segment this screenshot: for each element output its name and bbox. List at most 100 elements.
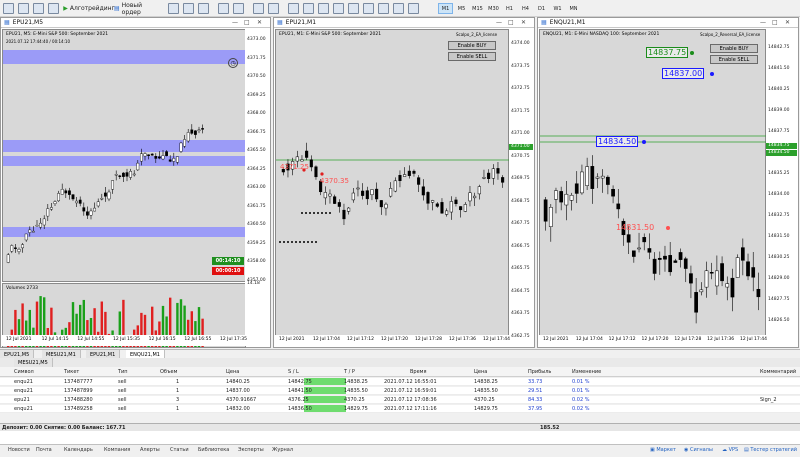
trendline-icon[interactable] bbox=[348, 3, 359, 14]
minimize-icon[interactable]: — bbox=[232, 19, 238, 26]
price-tick: 4368.00 bbox=[247, 111, 266, 116]
col-symbol[interactable]: Символ bbox=[14, 369, 34, 375]
time-tick: 12 Jul 2021 bbox=[279, 337, 305, 342]
col-ticket[interactable]: Тикет bbox=[64, 369, 79, 375]
new-order-button[interactable]: ▤ Новый ордер bbox=[114, 2, 162, 16]
fibonacci-icon[interactable] bbox=[378, 3, 389, 14]
zoom-out-icon[interactable] bbox=[233, 3, 244, 14]
chart-candles-icon[interactable] bbox=[183, 3, 194, 14]
vps-link[interactable]: ☁ VPS bbox=[722, 447, 738, 453]
table-empty-area bbox=[0, 431, 800, 444]
tab-alerts[interactable]: Алерты bbox=[140, 447, 160, 453]
close-icon[interactable]: ✕ bbox=[257, 19, 262, 26]
price-chart[interactable]: EPU21, M1: E-Mini S&P 500: September 202… bbox=[275, 29, 510, 336]
timeframe-m30[interactable]: M30 bbox=[486, 3, 501, 14]
candle bbox=[407, 165, 411, 179]
enable-buy-button[interactable]: Enable BUY bbox=[710, 44, 758, 53]
new-chart-icon[interactable] bbox=[3, 3, 14, 14]
maximize-icon[interactable]: □ bbox=[772, 19, 778, 26]
trade-cell: 14832.00 bbox=[226, 406, 250, 412]
time-tick: 12 Jul 17:44 bbox=[483, 337, 510, 342]
price-tick: 14834.00 bbox=[768, 192, 790, 197]
tab-calendar[interactable]: Календарь bbox=[64, 447, 93, 453]
tab-journal[interactable]: Журнал bbox=[272, 447, 293, 453]
tab-mail[interactable]: Почта bbox=[36, 447, 52, 453]
navigator-icon[interactable] bbox=[48, 3, 59, 14]
algo-trading-label: Алготрейдинг bbox=[69, 5, 115, 12]
market-watch-icon[interactable] bbox=[33, 3, 44, 14]
candle bbox=[328, 189, 332, 204]
current-price-tag: 4371.00 bbox=[509, 144, 533, 150]
order-icon: ▤ bbox=[114, 5, 120, 12]
minimized-chart-tab[interactable]: MESU21,M5 bbox=[14, 358, 53, 367]
close-icon[interactable]: ✕ bbox=[785, 19, 790, 26]
chart-window-icon: ▦ bbox=[277, 19, 283, 26]
indicators-icon[interactable] bbox=[268, 3, 279, 14]
tab-experts[interactable]: Эксперты bbox=[238, 447, 264, 453]
zoom-in-icon[interactable] bbox=[218, 3, 229, 14]
price-tick: 4363.00 bbox=[247, 185, 266, 190]
minimize-icon[interactable]: — bbox=[496, 19, 502, 26]
zone-band bbox=[3, 50, 247, 64]
close-icon[interactable]: ✕ bbox=[521, 19, 526, 26]
profiles-icon[interactable] bbox=[18, 3, 29, 14]
timeframe-m15[interactable]: M15 bbox=[470, 3, 485, 14]
strategy-tester-link[interactable]: ▤ Тестер стратегий bbox=[744, 447, 797, 453]
price-chart[interactable]: EPU21, M5: E-Mini S&P 500: September 202… bbox=[2, 29, 247, 282]
timeframe-m5[interactable]: M5 bbox=[454, 3, 469, 14]
signals-link[interactable]: ◉ Сигналы bbox=[684, 447, 713, 453]
trade-row[interactable]: enqu21 137489258 sell 1 14832.00 14836.50 1482… bbox=[0, 405, 800, 413]
chart-bars-icon[interactable] bbox=[168, 3, 179, 14]
enable-sell-button[interactable]: Enable SELL bbox=[448, 52, 496, 61]
timeframe-mn[interactable]: MN bbox=[566, 3, 581, 14]
time-tick: 12 Jul 16:15 bbox=[148, 337, 176, 342]
col-type[interactable]: Тип bbox=[118, 369, 128, 375]
maximize-icon[interactable]: □ bbox=[508, 19, 514, 26]
col-profit[interactable]: Прибыль bbox=[528, 369, 551, 375]
crosshair-icon[interactable] bbox=[303, 3, 314, 14]
tab-library[interactable]: Библиотека bbox=[198, 447, 229, 453]
col-volume[interactable]: Объем bbox=[160, 369, 177, 375]
candle bbox=[704, 261, 709, 298]
tab-articles[interactable]: Статьи bbox=[170, 447, 189, 453]
candle bbox=[642, 233, 647, 251]
col-change[interactable]: Изменение bbox=[572, 369, 601, 375]
ea-label: Scalpo_2_EA_license bbox=[456, 32, 498, 37]
trade-row[interactable]: enqu21 137487899 sell 1 14837.00 14841.50 1483… bbox=[0, 387, 800, 395]
price-label-red: 14831.50 bbox=[616, 223, 655, 232]
timeframe-h4[interactable]: H4 bbox=[518, 3, 533, 14]
col-sl[interactable]: S / L bbox=[288, 369, 299, 375]
chart-line-icon[interactable] bbox=[198, 3, 209, 14]
timeframe-h1[interactable]: H1 bbox=[502, 3, 517, 14]
col-time[interactable]: Время bbox=[410, 369, 426, 375]
price-chart[interactable]: ENQU21, M1: E-Mini NASDAQ 100: September… bbox=[539, 29, 767, 336]
maximize-icon[interactable]: □ bbox=[244, 19, 250, 26]
minimize-icon[interactable]: — bbox=[760, 19, 766, 26]
tab-news[interactable]: Новости bbox=[8, 447, 30, 453]
channel-icon[interactable] bbox=[363, 3, 374, 14]
col-price[interactable]: Цена bbox=[226, 369, 239, 375]
vertical-line-icon[interactable] bbox=[318, 3, 329, 14]
enable-sell-button[interactable]: Enable SELL bbox=[710, 55, 758, 64]
candle bbox=[60, 183, 64, 195]
shapes-icon[interactable] bbox=[408, 3, 419, 14]
horizontal-line-icon[interactable] bbox=[333, 3, 344, 14]
price-tick: 4372.75 bbox=[511, 86, 530, 91]
timeframe-d1[interactable]: D1 bbox=[534, 3, 549, 14]
grid-icon[interactable] bbox=[253, 3, 264, 14]
market-link[interactable]: ▣ Маркет bbox=[650, 447, 676, 453]
col-tp[interactable]: T / P bbox=[344, 369, 355, 375]
text-icon[interactable] bbox=[393, 3, 404, 14]
candle bbox=[725, 276, 730, 301]
timeframe-w1[interactable]: W1 bbox=[550, 3, 565, 14]
cursor-icon[interactable] bbox=[288, 3, 299, 14]
tab-company[interactable]: Компания bbox=[104, 447, 130, 453]
trade-row[interactable]: epu21 137488280 sell 3 4370.91667 4376.25 4370… bbox=[0, 396, 800, 404]
market-label: Маркет bbox=[656, 447, 676, 453]
enable-buy-button[interactable]: Enable BUY bbox=[448, 41, 496, 50]
col-comment[interactable]: Комментарий bbox=[760, 369, 796, 375]
trade-row[interactable]: enqu21 137487777 sell 1 14840.25 14842.75 1483… bbox=[0, 378, 800, 386]
timeframe-m1[interactable]: M1 bbox=[438, 3, 453, 14]
algo-trading-button[interactable]: ▶ Алготрейдинг bbox=[63, 3, 115, 14]
col-current-price[interactable]: Цена bbox=[474, 369, 487, 375]
